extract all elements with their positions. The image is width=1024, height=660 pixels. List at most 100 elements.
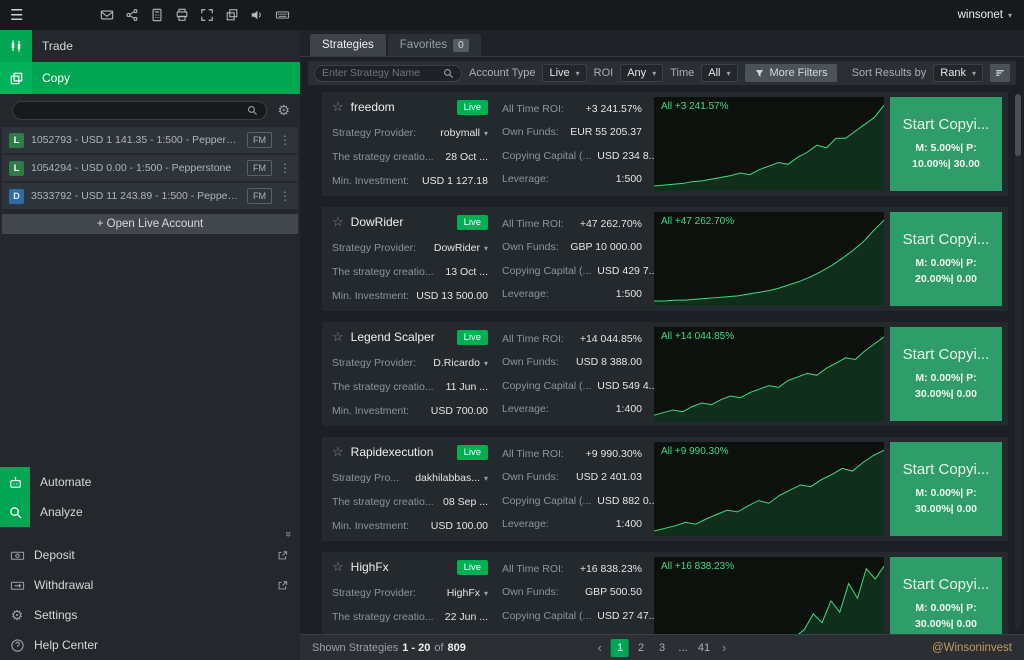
- fm-button[interactable]: FM: [247, 132, 272, 148]
- roi-chart-thumbnail[interactable]: All +3 241.57%: [654, 97, 884, 191]
- list-scrollbar[interactable]: [1015, 94, 1021, 630]
- strategy-name[interactable]: HighFx: [351, 560, 389, 574]
- page-button[interactable]: 2: [632, 639, 650, 657]
- sidebar-item-help-center[interactable]: Help Center: [0, 630, 300, 660]
- strategy-stats-column: All Time ROI: +47 262.70% Own Funds: GBP…: [496, 212, 654, 306]
- sidebar-item-withdrawal[interactable]: Withdrawal: [0, 570, 300, 600]
- favorite-star-icon[interactable]: ☆: [332, 444, 344, 460]
- provider-select[interactable]: robymall▾: [440, 127, 488, 139]
- strategy-name[interactable]: Rapidexecution: [351, 445, 434, 459]
- share-icon[interactable]: [125, 8, 139, 22]
- copying-capital-label: Copying Capital (...: [502, 265, 591, 277]
- sidebar-item-automate[interactable]: Automate: [0, 467, 300, 497]
- kebab-menu-icon[interactable]: ⋮: [279, 133, 291, 147]
- favorite-star-icon[interactable]: ☆: [332, 214, 344, 230]
- all-time-roi-value: +16 838.23%: [580, 563, 642, 575]
- kebab-menu-icon[interactable]: ⋮: [279, 161, 291, 175]
- sidebar-item-analyze[interactable]: Analyze: [0, 497, 300, 527]
- copying-capital-label: Copying Capital (...: [502, 610, 591, 622]
- min-investment-label: Min. Investment:: [332, 405, 409, 417]
- favorite-star-icon[interactable]: ☆: [332, 329, 344, 345]
- page-button[interactable]: 3: [653, 639, 671, 657]
- roi-chart-thumbnail[interactable]: All +14 044.85%: [654, 327, 884, 421]
- shown-strategies-text: Shown Strategies 1 - 20 of 809: [312, 642, 466, 654]
- provider-select[interactable]: dakhilabbas...▾: [415, 472, 488, 484]
- sort-order-button[interactable]: [990, 64, 1010, 82]
- sidebar-item-trade[interactable]: Trade: [0, 30, 300, 62]
- account-menu[interactable]: winsonet ▾: [300, 9, 1024, 21]
- next-page-button[interactable]: ›: [716, 640, 732, 655]
- leverage-label: Leverage:: [502, 288, 549, 300]
- page-ellipsis: ...: [674, 639, 692, 657]
- account-row[interactable]: L 1052793 - USD 1 141.35 - 1:500 - Peppe…: [2, 127, 298, 153]
- prev-page-button[interactable]: ‹: [592, 640, 608, 655]
- copying-capital-label: Copying Capital (...: [502, 150, 591, 162]
- fm-button[interactable]: FM: [247, 160, 272, 176]
- mail-icon[interactable]: [100, 8, 114, 22]
- sidebar-item-copy[interactable]: Copy: [0, 62, 300, 94]
- strategy-name[interactable]: DowRider: [351, 215, 404, 229]
- time-select[interactable]: All▾: [701, 64, 737, 82]
- scrollbar-thumb[interactable]: [1015, 94, 1021, 156]
- all-time-roi-label: All Time ROI:: [502, 448, 564, 460]
- copying-capital-value: USD 549 4...: [597, 380, 657, 392]
- start-copying-button[interactable]: Start Copyi... M: 5.00%| P: 10.00%| 30.0…: [890, 97, 1002, 191]
- all-time-roi-value: +9 990.30%: [586, 448, 642, 460]
- print-icon[interactable]: [175, 8, 189, 22]
- account-row[interactable]: L 1054294 - USD 0.00 - 1:500 - Peppersto…: [2, 155, 298, 181]
- strategy-name[interactable]: Legend Scalper: [351, 330, 435, 344]
- own-funds-label: Own Funds:: [502, 471, 559, 483]
- sidebar-scroll-indicator[interactable]: »: [0, 527, 300, 540]
- favorite-star-icon[interactable]: ☆: [332, 99, 344, 115]
- account-search-input[interactable]: [21, 105, 242, 117]
- min-investment-value: USD 100.00: [431, 520, 488, 532]
- own-funds-value: USD 2 401.03: [576, 471, 642, 483]
- menu-icon[interactable]: ☰: [10, 6, 23, 24]
- topbar-left: ☰: [0, 6, 300, 24]
- strategy-name[interactable]: freedom: [351, 100, 395, 114]
- tab-favorites[interactable]: Favorites 0: [388, 34, 481, 56]
- roi-select[interactable]: Any▾: [620, 64, 663, 82]
- keyboard-icon[interactable]: [275, 8, 290, 22]
- strategy-search-input[interactable]: [322, 67, 439, 79]
- tab-strategies[interactable]: Strategies: [310, 34, 386, 56]
- copy-pages-icon[interactable]: [225, 8, 239, 22]
- provider-select[interactable]: HighFx▾: [447, 587, 488, 599]
- fm-button[interactable]: FM: [247, 188, 272, 204]
- start-copying-button[interactable]: Start Copyi... M: 0.00%| P: 30.00%| 0.00: [890, 327, 1002, 421]
- search-icon[interactable]: [443, 68, 454, 79]
- more-filters-button[interactable]: More Filters: [745, 64, 837, 82]
- roi-chart-thumbnail[interactable]: All +9 990.30%: [654, 442, 884, 536]
- roi-chart-thumbnail[interactable]: All +16 838.23%: [654, 557, 884, 634]
- volume-icon[interactable]: [250, 8, 264, 22]
- favorite-star-icon[interactable]: ☆: [332, 559, 344, 575]
- sidebar-item-label: Automate: [40, 475, 91, 489]
- provider-select[interactable]: D.Ricardo▾: [433, 357, 488, 369]
- all-time-roi-label: All Time ROI:: [502, 563, 564, 575]
- calculator-icon[interactable]: [150, 8, 164, 22]
- account-type-select[interactable]: Live▾: [542, 64, 586, 82]
- start-copying-button[interactable]: Start Copyi... M: 0.00%| P: 30.00%| 0.00: [890, 442, 1002, 536]
- creation-date-value: 08 Sep ...: [443, 496, 488, 508]
- strategy-stats-column: All Time ROI: +9 990.30% Own Funds: USD …: [496, 442, 654, 536]
- sidebar-item-deposit[interactable]: Deposit: [0, 540, 300, 570]
- open-live-account-button[interactable]: + Open Live Account: [2, 214, 298, 234]
- provider-select[interactable]: DowRider▾: [434, 242, 488, 254]
- page-button[interactable]: 41: [695, 639, 713, 657]
- sidebar-item-settings[interactable]: ⚙ Settings: [0, 600, 300, 630]
- expand-icon[interactable]: [200, 8, 214, 22]
- brand-name: winsonet: [958, 9, 1003, 21]
- sort-select[interactable]: Rank▾: [933, 64, 983, 82]
- fees-summary: M: 0.00%| P: 30.00%| 0.00: [899, 370, 993, 403]
- account-row[interactable]: D 3533792 - USD 11 243.89 - 1:500 - Pepp…: [2, 183, 298, 209]
- roi-chart-thumbnail[interactable]: All +47 262.70%: [654, 212, 884, 306]
- start-copying-button[interactable]: Start Copyi... M: 0.00%| P: 30.00%| 0.00: [890, 557, 1002, 634]
- start-copying-button[interactable]: Start Copyi... M: 0.00%| P: 20.00%| 0.00: [890, 212, 1002, 306]
- page-button[interactable]: 1: [611, 639, 629, 657]
- sidebar-item-label: Settings: [34, 608, 77, 622]
- live-account-badge: L: [9, 161, 24, 176]
- leverage-label: Leverage:: [502, 403, 549, 415]
- search-settings-gear-icon[interactable]: ⚙: [277, 102, 290, 119]
- kebab-menu-icon[interactable]: ⋮: [279, 189, 291, 203]
- creation-date-label: The strategy creatio...: [332, 496, 434, 508]
